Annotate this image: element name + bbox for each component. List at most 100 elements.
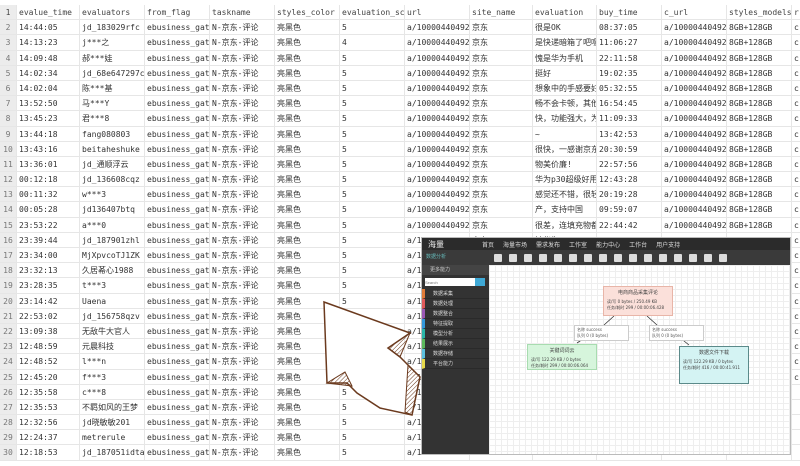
search-input[interactable] <box>425 278 475 286</box>
toolbar-tool-icon[interactable] <box>494 253 502 262</box>
row-number[interactable]: 4 <box>0 50 17 65</box>
cell-buy-time[interactable]: 20:19:28 <box>597 187 662 202</box>
cell-r[interactable]: c <box>792 263 800 277</box>
cell-from-flag[interactable]: ebusiness_gather <box>145 369 210 384</box>
table-row[interactable]: 314:13:23j***之ebusiness_gatherN-京东-评论亮黑色… <box>0 35 800 51</box>
cell-taskname[interactable]: N-京东-评论 <box>210 308 275 323</box>
node-download[interactable]: 数据文件下载 读/写 122.29 KB / 0 bytes 任务/耗时 416… <box>679 346 749 384</box>
column-header-from-flag[interactable]: from_flag <box>145 5 210 20</box>
cell-evaluation[interactable]: 畅不会卡顿，其他不 <box>533 96 597 111</box>
row-number[interactable]: 8 <box>0 111 17 126</box>
link-label[interactable]: 名称 success 队列 0 (0 bytes) <box>574 325 629 341</box>
cell-buy-time[interactable]: 22:44:42 <box>597 217 662 232</box>
cell-url[interactable]: a/100004404920.ht <box>405 111 470 126</box>
cell-styles-color[interactable]: 亮黑色 <box>275 339 340 354</box>
cell-buy-time[interactable]: 19:02:35 <box>597 65 662 80</box>
cell-from-flag[interactable]: ebusiness_gather <box>145 202 210 217</box>
row-number[interactable]: 16 <box>0 232 17 247</box>
cell-r[interactable]: c <box>792 309 800 323</box>
cell-evalue-time[interactable]: 23:32:13 <box>17 263 80 278</box>
cell-c-url[interactable]: a/100004404920.ht <box>662 111 727 126</box>
cell-site-name[interactable]: 京东 <box>470 172 533 187</box>
table-row[interactable]: 514:02:34jd_68e647297c2d9ebusiness_gathe… <box>0 65 800 81</box>
column-header-url[interactable]: url <box>405 5 470 20</box>
row-number[interactable]: 15 <box>0 217 17 232</box>
cell-buy-time[interactable]: 20:30:59 <box>597 141 662 156</box>
cell-evaluators[interactable]: jd_187901zhl <box>80 232 145 247</box>
cell-site-name[interactable]: 京东 <box>470 202 533 217</box>
cell-styles-models[interactable]: 8GB+128GB <box>727 65 792 80</box>
toolbar-tool-icon[interactable] <box>509 253 517 262</box>
cell-evaluators[interactable]: jd晓敏敏201 <box>80 415 145 430</box>
cell-evaluators[interactable]: jd_183029rfc <box>80 20 145 35</box>
row-number[interactable]: 1 <box>0 5 17 20</box>
cell-styles-color[interactable]: 亮黑色 <box>275 187 340 202</box>
row-number[interactable]: 23 <box>0 339 17 354</box>
row-number[interactable]: 21 <box>0 308 17 323</box>
cell-evaluators[interactable]: 久居莃心1988 <box>80 263 145 278</box>
cell-evaluation[interactable]: 很差，连填充物都没 <box>533 217 597 232</box>
cell-buy-time[interactable]: 11:06:27 <box>597 35 662 50</box>
cell-evaluation-scores[interactable]: 5 <box>340 399 405 415</box>
cell-evalue-time[interactable]: 12:48:59 <box>17 339 80 354</box>
cell-evalue-time[interactable]: 14:09:48 <box>17 50 80 65</box>
cell-evaluation[interactable]: 愧是华为手机 <box>533 50 597 65</box>
cell-evaluators[interactable]: w***3 <box>80 187 145 202</box>
toolbar-tool-icon[interactable] <box>584 253 592 262</box>
cell-evalue-time[interactable]: 13:09:38 <box>17 323 80 339</box>
cell-styles-models[interactable]: 8GB+128GB <box>727 20 792 35</box>
cell-evalue-time[interactable]: 13:43:16 <box>17 141 80 156</box>
cell-evalue-time[interactable]: 23:34:00 <box>17 248 80 263</box>
table-row[interactable]: 813:45:23君***8ebusiness_gatherN-京东-评论亮黑色… <box>0 111 800 127</box>
node-collect[interactable]: 电商商品采集评论 读/写 0 bytes / 250.49 KB 任务/耗时 2… <box>603 286 673 316</box>
cell-r[interactable]: c <box>792 278 800 292</box>
cell-evaluators[interactable]: fang080803 <box>80 126 145 141</box>
cell-evaluation-scores[interactable]: 5 <box>340 172 405 187</box>
cell-styles-color[interactable]: 亮黑色 <box>275 399 340 415</box>
cell-c-url[interactable]: a/100004404920.ht <box>662 172 727 187</box>
cell-from-flag[interactable]: ebusiness_gather <box>145 399 210 415</box>
cell-site-name[interactable]: 京东 <box>470 20 533 35</box>
cell-evalue-time[interactable]: 23:14:42 <box>17 293 80 308</box>
cell-evalue-time[interactable]: 12:48:52 <box>17 354 80 369</box>
cell-styles-models[interactable]: 8GB+128GB <box>727 35 792 50</box>
cell-styles-models[interactable]: 8GB+128GB <box>727 172 792 187</box>
toolbar-tool-icon[interactable] <box>614 253 622 262</box>
toolbar-tool-icon[interactable] <box>659 253 667 262</box>
cell-evaluators[interactable]: t***3 <box>80 278 145 293</box>
cell-styles-models[interactable]: 8GB+128GB <box>727 96 792 111</box>
cell-styles-color[interactable]: 亮黑色 <box>275 126 340 141</box>
cell-styles-color[interactable]: 亮黑色 <box>275 35 340 50</box>
cell-evaluators[interactable]: 无敌牛大官人 <box>80 323 145 339</box>
row-number[interactable]: 5 <box>0 65 17 80</box>
cell-r[interactable]: c <box>792 370 800 384</box>
cell-evaluation-scores[interactable]: 5 <box>340 20 405 35</box>
cell-evalue-time[interactable]: 22:53:02 <box>17 308 80 323</box>
row-number[interactable]: 6 <box>0 80 17 96</box>
cell-taskname[interactable]: N-京东-评论 <box>210 430 275 445</box>
cell-evalue-time[interactable]: 12:24:37 <box>17 430 80 445</box>
row-number[interactable]: 12 <box>0 172 17 187</box>
cell-r[interactable]: c <box>792 187 800 201</box>
cell-styles-color[interactable]: 亮黑色 <box>275 369 340 384</box>
cell-from-flag[interactable]: ebusiness_gather <box>145 156 210 172</box>
cell-c-url[interactable]: a/100004404920.ht <box>662 80 727 96</box>
cell-c-url[interactable]: a/100004404920.ht <box>662 65 727 80</box>
cell-evalue-time[interactable]: 12:45:20 <box>17 369 80 384</box>
cell-evaluators[interactable]: jd_156758qzv <box>80 308 145 323</box>
row-number[interactable]: 2 <box>0 20 17 35</box>
cell-evalue-time[interactable]: 23:39:44 <box>17 232 80 247</box>
row-number[interactable]: 19 <box>0 278 17 293</box>
cell-r[interactable]: c <box>792 66 800 80</box>
cell-styles-models[interactable]: 8GB+128GB <box>727 187 792 202</box>
cell-taskname[interactable]: N-京东-评论 <box>210 187 275 202</box>
column-header-styles-color[interactable]: styles_color <box>275 5 340 20</box>
cell-r[interactable]: c <box>792 218 800 232</box>
cell-url[interactable]: a/100004404920.ht <box>405 217 470 232</box>
cell-r[interactable]: c <box>792 248 800 262</box>
cell-evaluation-scores[interactable]: 5 <box>340 50 405 65</box>
cell-from-flag[interactable]: ebusiness_gather <box>145 50 210 65</box>
column-header-evaluation[interactable]: evaluation <box>533 5 597 20</box>
cell-evaluators[interactable]: j***之 <box>80 35 145 50</box>
cell-from-flag[interactable]: ebusiness_gather <box>145 248 210 263</box>
